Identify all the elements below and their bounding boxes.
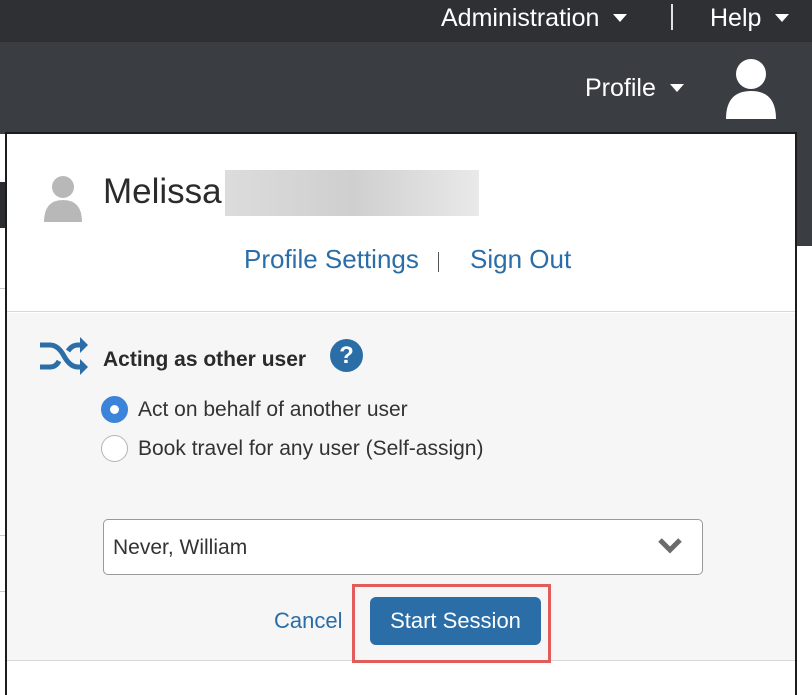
user-name: Melissa bbox=[103, 172, 222, 211]
start-session-button[interactable]: Start Session bbox=[370, 597, 541, 645]
user-avatar-icon bbox=[44, 176, 82, 222]
selected-user-value: Never, William bbox=[113, 536, 248, 559]
secondary-nav-bar bbox=[0, 42, 812, 134]
profile-menu[interactable]: Profile bbox=[585, 71, 684, 105]
acting-as-title: Acting as other user bbox=[103, 348, 307, 371]
user-select-dropdown[interactable]: Never, William bbox=[103, 519, 703, 575]
administration-label: Administration bbox=[441, 3, 600, 32]
nav-divider bbox=[671, 4, 673, 30]
administration-menu[interactable]: Administration bbox=[441, 2, 628, 34]
user-info-section bbox=[7, 134, 795, 312]
radio-self-assign[interactable]: Book travel for any user (Self-assign) bbox=[101, 435, 483, 462]
user-avatar-icon[interactable] bbox=[722, 57, 780, 119]
radio-button-unchecked[interactable] bbox=[101, 435, 128, 462]
chevron-down-icon bbox=[658, 538, 682, 554]
profile-label: Profile bbox=[585, 73, 656, 102]
radio-label: Act on behalf of another user bbox=[138, 397, 408, 421]
radio-act-on-behalf[interactable]: Act on behalf of another user bbox=[101, 396, 408, 423]
background-page bbox=[797, 134, 812, 246]
help-icon[interactable]: ? bbox=[330, 339, 363, 372]
sign-out-link[interactable]: Sign Out bbox=[470, 244, 571, 275]
top-nav-bar bbox=[0, 0, 812, 42]
radio-button-checked[interactable] bbox=[101, 396, 128, 423]
profile-dropdown-panel: Melissa Profile Settings Sign Out Acting… bbox=[5, 132, 797, 695]
link-separator bbox=[438, 252, 439, 272]
shuffle-icon bbox=[40, 337, 88, 375]
radio-label: Book travel for any user (Self-assign) bbox=[138, 436, 484, 460]
redacted-last-name bbox=[225, 170, 479, 216]
help-label: Help bbox=[710, 3, 762, 32]
profile-settings-link[interactable]: Profile Settings bbox=[244, 244, 419, 275]
cancel-button[interactable]: Cancel bbox=[274, 608, 342, 634]
caret-down-icon bbox=[775, 14, 790, 22]
caret-down-icon bbox=[613, 14, 628, 22]
caret-down-icon bbox=[669, 84, 684, 92]
help-menu[interactable]: Help bbox=[710, 2, 790, 34]
